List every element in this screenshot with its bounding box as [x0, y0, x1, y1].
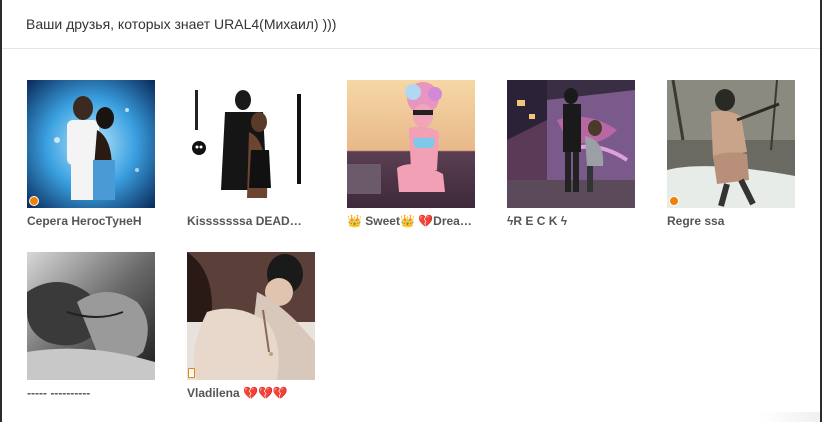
mutual-friends-modal: Ваши друзья, которых знает URAL4(Михаил)…	[2, 0, 820, 422]
friend-card[interactable]: Regre ssa	[667, 80, 795, 228]
friend-avatar[interactable]	[187, 252, 315, 380]
modal-title: Ваши друзья, которых знает URAL4(Михаил)…	[2, 0, 820, 49]
online-status-icon	[29, 196, 39, 206]
friend-avatar[interactable]	[667, 80, 795, 208]
online-status-icon	[669, 196, 679, 206]
mobile-status-icon	[188, 368, 195, 378]
friend-card[interactable]: 👑 Sweet👑 💔Dreams 💔	[347, 80, 475, 228]
friend-name[interactable]: Серега НегосТунеН	[27, 214, 155, 228]
friend-avatar[interactable]	[187, 80, 315, 208]
friend-card[interactable]: ϟR E C K ϟ	[507, 80, 635, 228]
friend-card[interactable]: ----- ----------	[27, 252, 155, 400]
friend-name[interactable]: Kisssssssa DEAD…	[187, 214, 315, 228]
friend-card[interactable]: Серега НегосТунеН	[27, 80, 155, 228]
friend-name[interactable]: ----- ----------	[27, 386, 155, 400]
friend-avatar[interactable]	[347, 80, 475, 208]
friend-name[interactable]: 👑 Sweet👑 💔Dreams 💔	[347, 214, 475, 228]
friend-avatar[interactable]	[27, 252, 155, 380]
friend-avatar[interactable]	[27, 80, 155, 208]
friend-name[interactable]: Vladilena 💔💔💔	[187, 386, 315, 400]
corner-shadow	[760, 412, 820, 422]
friend-name[interactable]: ϟR E C K ϟ	[507, 214, 635, 228]
friend-card[interactable]: Vladilena 💔💔💔	[187, 252, 315, 400]
friend-card[interactable]: Kisssssssa DEAD…	[187, 80, 315, 228]
friend-avatar[interactable]	[507, 80, 635, 208]
friend-name[interactable]: Regre ssa	[667, 214, 795, 228]
